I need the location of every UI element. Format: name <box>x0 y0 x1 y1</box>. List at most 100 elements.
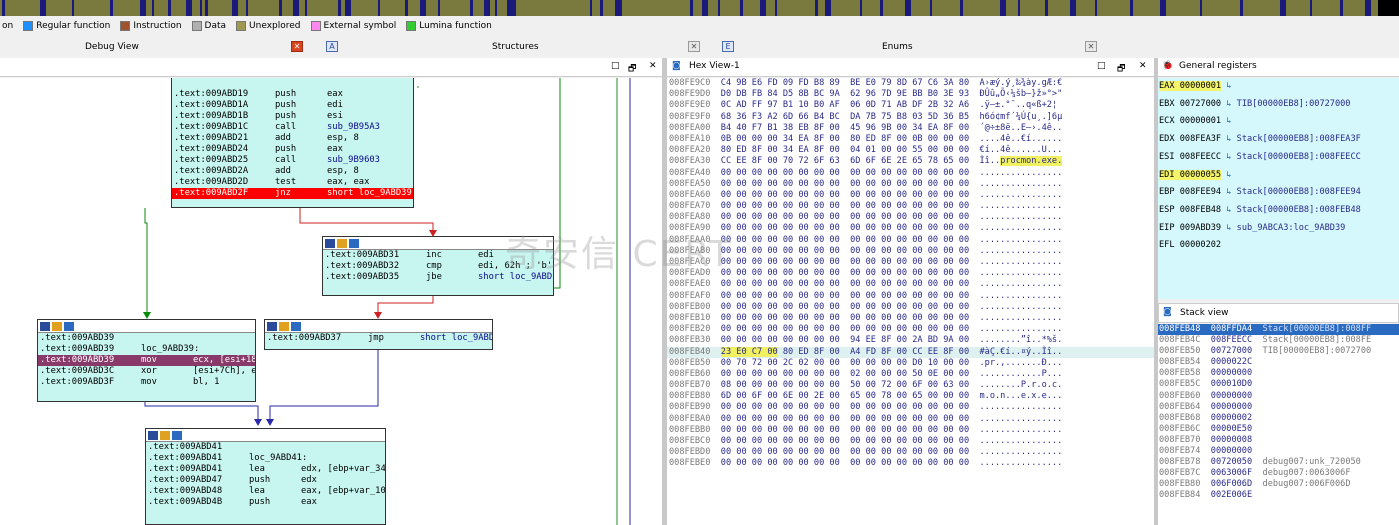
jump-arrow-icon[interactable]: ↳ <box>1221 116 1237 126</box>
hex-row[interactable]: 008FE9D0 D0 DB FB 84 D5 8B BC 9A 62 96 7… <box>667 89 1154 100</box>
graph-node-block-3[interactable]: .text:009ABD39 .text:009ABD39 loc_9ABD39:.… <box>37 319 256 402</box>
pane-menu-icon[interactable]: □ <box>611 61 620 71</box>
pane-close-icon[interactable]: ✕ <box>649 61 657 71</box>
hex-row[interactable]: 008FE9C0 C4 9B E6 FD 09 FD B8 89 BE E0 7… <box>667 78 1154 89</box>
register-row[interactable]: EBX 00727000 ↳ TIB[00000EB8]:00727000 <box>1159 96 1399 114</box>
jump-arrow-icon[interactable]: ↳ <box>1221 152 1237 162</box>
hex-row[interactable]: 008FEB10 00 00 00 00 00 00 00 00 00 00 0… <box>667 313 1154 324</box>
asm-line[interactable]: .text:009ABD1C call sub_9B95A3 <box>172 122 413 133</box>
node-edit-icon[interactable] <box>279 321 289 331</box>
register-value[interactable]: 00000001 <box>1180 116 1221 126</box>
node-graph-icon[interactable] <box>325 238 335 248</box>
asm-line[interactable]: .text:009ABD21 add esp, 8 <box>172 133 413 144</box>
hex-row[interactable]: 008FEAD0 00 00 00 00 00 00 00 00 00 00 0… <box>667 268 1154 279</box>
stack-row[interactable]: 008FEB7C 0063006F debug007:0063006F <box>1158 468 1399 479</box>
hex-row[interactable]: 008FEA20 80 ED 8F 00 34 EA 8F 00 04 01 0… <box>667 145 1154 156</box>
hex-row[interactable]: 008FEB40 23 E0 C7 00 80 ED 8F 00 A4 FD 8… <box>667 346 1154 358</box>
asm-line[interactable]: .text:009ABD1B push esi <box>172 111 413 122</box>
hex-row[interactable]: 008FEA40 00 00 00 00 00 00 00 00 00 00 0… <box>667 168 1154 179</box>
register-value[interactable]: 00000202 <box>1180 240 1221 250</box>
hex-view-title[interactable]: Hex View-1 <box>689 61 740 71</box>
stack-view[interactable]: 008FEB48 008FFDA4 Stack[00000EB8]:008FF 0… <box>1158 324 1399 525</box>
asm-line[interactable]: .text:009ABD25 call sub_9B9603 <box>172 155 413 166</box>
asm-line[interactable]: .text:009ABD4B push eax <box>146 497 385 508</box>
hex-row[interactable]: 008FEB70 08 00 00 00 00 00 00 00 50 00 7… <box>667 380 1154 391</box>
hex-row[interactable]: 008FEA80 00 00 00 00 00 00 00 00 00 00 0… <box>667 212 1154 223</box>
stack-row[interactable]: 008FEB80 006F006D debug007:006F006D <box>1158 479 1399 490</box>
jump-arrow-icon[interactable]: ↳ <box>1221 170 1237 180</box>
node-graph-icon[interactable] <box>40 321 50 331</box>
stack-row[interactable]: 008FEB6C 00000E50 <box>1158 424 1399 435</box>
hex-row[interactable]: 008FEA10 0B 00 00 00 34 EA 8F 00 80 ED 8… <box>667 134 1154 145</box>
register-value[interactable]: 00727000 <box>1180 99 1221 109</box>
asm-line[interactable]: .text:009ABD41 <box>146 442 385 453</box>
node-edit-icon[interactable] <box>337 238 347 248</box>
node-graph-icon[interactable] <box>267 321 277 331</box>
hex-row[interactable]: 008FEB30 00 00 00 00 00 00 00 00 94 EE 8… <box>667 335 1154 346</box>
register-value[interactable]: 008FEECC <box>1180 152 1221 162</box>
node-group-icon[interactable] <box>64 321 74 331</box>
graph-node-block-4[interactable]: .text:009ABD37 jmp short loc_9ABD41 <box>264 319 493 350</box>
jump-arrow-icon[interactable]: ↳ <box>1221 99 1237 109</box>
node-group-icon[interactable] <box>291 321 301 331</box>
asm-line[interactable]: .text:009ABD39 loc_9ABD39: <box>38 344 255 355</box>
hex-pane-close-icon[interactable]: ✕ <box>1139 61 1147 71</box>
hex-row[interactable]: 008FEA00 B4 40 F7 B1 38 EB 8F 00 45 96 9… <box>667 123 1154 134</box>
asm-line[interactable]: .text:009ABD3F mov bl, 1 <box>38 377 255 388</box>
hex-row[interactable]: 008FEA30 CC EE 8F 00 70 72 6F 63 6D 6F 6… <box>667 156 1154 167</box>
graph-view[interactable]: .text:009ABD19 push eax .text:009ABD1A push e… <box>0 78 662 525</box>
hex-row[interactable]: 008FEBD0 00 00 00 00 00 00 00 00 00 00 0… <box>667 447 1154 458</box>
node-edit-icon[interactable] <box>160 430 170 440</box>
jump-arrow-icon[interactable]: ↳ <box>1221 134 1237 144</box>
jump-arrow-icon[interactable]: ↳ <box>1221 205 1237 215</box>
register-row[interactable]: EIP 009ABD39 ↳ sub_9ABCA3:loc_9ABD39 <box>1159 220 1399 238</box>
graph-node-block-1[interactable]: .text:009ABD19 push eax .text:009ABD1A push e… <box>171 78 414 208</box>
node-graph-icon[interactable] <box>148 430 158 440</box>
stack-row[interactable]: 008FEB54 0000022C <box>1158 357 1399 368</box>
close-enums-icon[interactable]: ✕ <box>1085 41 1097 52</box>
hex-row[interactable]: 008FEA60 00 00 00 00 00 00 00 00 00 00 0… <box>667 190 1154 201</box>
register-row[interactable]: EAX 00000001 ↳ <box>1159 78 1399 96</box>
navigation-band[interactable] <box>0 0 1399 16</box>
register-row[interactable]: EDI 00000055 ↳ <box>1159 167 1399 185</box>
asm-line[interactable]: .text:009ABD47 push edx <box>146 475 385 486</box>
stack-row[interactable]: 008FEB74 00000000 <box>1158 446 1399 457</box>
hex-row[interactable]: 008FEB00 00 00 00 00 00 00 00 00 00 00 0… <box>667 302 1154 313</box>
hex-row[interactable]: 008FEAE0 00 00 00 00 00 00 00 00 00 00 0… <box>667 279 1154 290</box>
asm-line[interactable]: .text:009ABD41 loc_9ABD41: <box>146 453 385 464</box>
asm-line[interactable]: .text:009ABD39 <box>38 333 255 344</box>
registers-panel[interactable]: EAX 00000001 ↳ EBX 00727000 ↳ TIB[00000E… <box>1158 78 1399 299</box>
close-debug-view-icon[interactable]: ✕ <box>291 41 303 52</box>
hex-row[interactable]: 008FEA50 00 00 00 00 00 00 00 00 00 00 0… <box>667 179 1154 190</box>
graph-node-block-5[interactable]: .text:009ABD41 .text:009ABD41 loc_9ABD41:.… <box>145 428 386 525</box>
hex-row[interactable]: 008FEAF0 00 00 00 00 00 00 00 00 00 00 0… <box>667 291 1154 302</box>
asm-line[interactable]: .text:009ABD48 lea eax, [ebp+var_10] <box>146 486 385 497</box>
asm-line[interactable]: .text:009ABD37 jmp short loc_9ABD41 <box>265 333 492 344</box>
register-row[interactable]: EDX 008FEA3F ↳ Stack[00000EB8]:008FEA3F <box>1159 131 1399 149</box>
tab-debug-view[interactable]: Debug View <box>85 42 139 52</box>
register-row[interactable]: ESP 008FEB48 ↳ Stack[00000EB8]:008FEB48 <box>1159 202 1399 220</box>
register-value[interactable]: 008FEB48 <box>1180 205 1221 215</box>
jump-arrow-icon[interactable]: ↳ <box>1221 81 1237 91</box>
hex-row[interactable]: 008FEAB0 00 00 00 00 00 00 00 00 00 00 0… <box>667 246 1154 257</box>
asm-line[interactable]: .text:009ABD2A add esp, 8 <box>172 166 413 177</box>
hex-row[interactable]: 008FEA90 00 00 00 00 00 00 00 00 00 00 0… <box>667 223 1154 234</box>
register-value[interactable]: 00000055 <box>1180 170 1221 180</box>
register-value[interactable]: 008FEE94 <box>1180 187 1221 197</box>
node-group-icon[interactable] <box>349 238 359 248</box>
register-value[interactable]: 008FEA3F <box>1180 134 1221 144</box>
stack-row[interactable]: 008FEB48 008FFDA4 Stack[00000EB8]:008FF <box>1158 324 1399 336</box>
stack-view-title[interactable]: Stack view <box>1180 308 1229 318</box>
stack-row[interactable]: 008FEB78 00720050 debug007:unk_720050 <box>1158 457 1399 468</box>
hex-row[interactable]: 008FEB50 00 70 72 00 2C 02 00 00 00 00 0… <box>667 358 1154 369</box>
hex-row[interactable]: 008FEAC0 00 00 00 00 00 00 00 00 00 00 0… <box>667 257 1154 268</box>
jump-arrow-icon[interactable]: ↳ <box>1221 187 1237 197</box>
stack-row[interactable]: 008FEB84 002E006E <box>1158 490 1399 501</box>
asm-line[interactable]: .text:009ABD3C xor [esi+7Ch], ecx <box>38 366 255 377</box>
asm-line[interactable]: .text:009ABD2F jnz short loc_9ABD39 <box>172 188 413 199</box>
register-row[interactable]: EBP 008FEE94 ↳ Stack[00000EB8]:008FEE94 <box>1159 184 1399 202</box>
hex-row[interactable]: 008FEA70 00 00 00 00 00 00 00 00 00 00 0… <box>667 201 1154 212</box>
hex-row[interactable]: 008FEB90 00 00 00 00 00 00 00 00 00 00 0… <box>667 402 1154 413</box>
hex-pane-menu-icon[interactable]: □ <box>1097 61 1106 71</box>
stack-row[interactable]: 008FEB60 00000000 <box>1158 391 1399 402</box>
